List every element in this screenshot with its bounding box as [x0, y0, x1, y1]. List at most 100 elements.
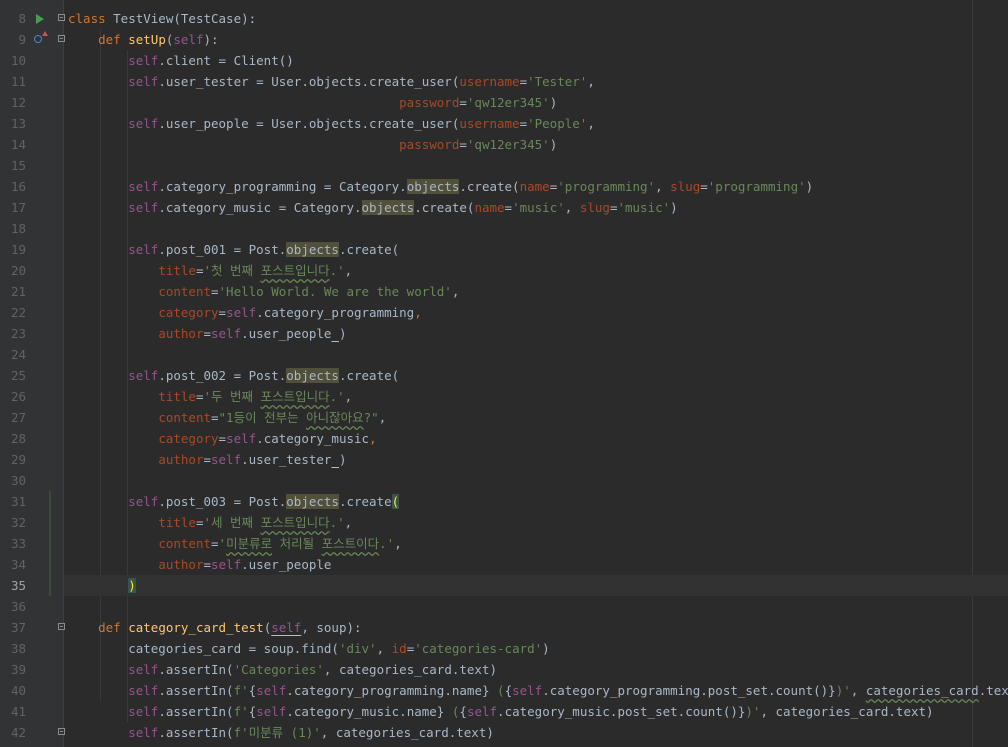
- gutter-line[interactable]: 12: [0, 92, 64, 113]
- gutter-line[interactable]: 8: [0, 8, 65, 29]
- gutter-line[interactable]: 42: [0, 722, 65, 743]
- code-line[interactable]: [64, 596, 1008, 617]
- code-line[interactable]: author=self.user_people: [64, 554, 1008, 575]
- gutter-line[interactable]: 15: [0, 155, 64, 176]
- code-token: self: [128, 494, 159, 509]
- code-line[interactable]: self.assertIn(f'{self.category_programmi…: [64, 680, 1008, 701]
- code-line[interactable]: self.category_music = Category.objects.c…: [64, 197, 1008, 218]
- code-line[interactable]: self.category_programming = Category.obj…: [64, 176, 1008, 197]
- code-line[interactable]: self.assertIn(f'미분류 (1)', categories_car…: [64, 722, 1008, 743]
- code-token: objects: [406, 179, 460, 194]
- code-line[interactable]: self.post_002 = Post.objects.create(: [64, 365, 1008, 386]
- line-number-gutter[interactable]: 8 9 10 11 12 13 14 15 16 17 18 19 20 21 22 23 24 25 26 27 28…: [0, 0, 65, 747]
- vcs-change-marker[interactable]: [49, 491, 51, 512]
- code-line[interactable]: password='qw12er345'): [64, 92, 1008, 113]
- code-line[interactable]: categories_card = soup.find('div', id='c…: [64, 638, 1008, 659]
- code-token: content: [158, 284, 211, 299]
- gutter-line[interactable]: 11: [0, 71, 64, 92]
- code-line[interactable]: author=self.user_tester ): [64, 449, 1008, 470]
- code-line[interactable]: [64, 155, 1008, 176]
- gutter-line[interactable]: 18: [0, 218, 64, 239]
- code-line[interactable]: category=self.category_music,: [64, 428, 1008, 449]
- gutter-line[interactable]: 29: [0, 449, 64, 470]
- code-line[interactable]: content='Hello World. We are the world',: [64, 281, 1008, 302]
- code-line[interactable]: def category_card_test(self, soup):: [64, 617, 1008, 638]
- gutter-line[interactable]: 41: [0, 701, 64, 722]
- code-token: self: [466, 704, 498, 719]
- code-line[interactable]: content='미분류로 처리될 포스트이다.',: [64, 533, 1008, 554]
- gutter-line[interactable]: 25: [0, 365, 64, 386]
- code-token: =: [504, 200, 513, 215]
- code-line-text: title='첫 번째 포스트입니다.',: [68, 260, 352, 281]
- code-line[interactable]: password='qw12er345'): [64, 134, 1008, 155]
- gutter-line[interactable]: 33: [0, 533, 64, 554]
- code-token: ): [128, 578, 136, 593]
- code-token: .create(: [459, 179, 520, 194]
- run-test-icon[interactable]: [36, 14, 44, 24]
- code-line[interactable]: self.user_people = User.objects.create_u…: [64, 113, 1008, 134]
- code-line[interactable]: [64, 218, 1008, 239]
- code-line[interactable]: title='첫 번째 포스트입니다.',: [64, 260, 1008, 281]
- code-line[interactable]: ): [64, 575, 1008, 596]
- code-token: ,: [378, 410, 387, 425]
- gutter-line[interactable]: 31: [0, 491, 64, 512]
- code-line[interactable]: content="1등이 전부는 아니잖아요?",: [64, 407, 1008, 428]
- code-token: =: [203, 557, 211, 572]
- code-token: =: [203, 326, 211, 341]
- vcs-change-marker[interactable]: [49, 512, 51, 533]
- gutter-line[interactable]: 13: [0, 113, 64, 134]
- code-token: ,: [376, 641, 392, 656]
- code-line[interactable]: [64, 344, 1008, 365]
- vcs-change-marker[interactable]: [49, 575, 51, 596]
- gutter-line[interactable]: 32: [0, 512, 64, 533]
- code-line[interactable]: class TestView(TestCase):: [64, 8, 1008, 29]
- code-token: '첫 번째: [203, 263, 261, 278]
- code-line[interactable]: self.assertIn(f'{self.category_music.nam…: [64, 701, 1008, 722]
- gutter-line[interactable]: 26: [0, 386, 64, 407]
- gutter-line[interactable]: 22: [0, 302, 64, 323]
- gutter-line[interactable]: 24: [0, 344, 64, 365]
- vcs-change-marker[interactable]: [49, 554, 51, 575]
- code-line[interactable]: def setUp(self):: [64, 29, 1008, 50]
- gutter-line[interactable]: 14: [0, 134, 64, 155]
- gutter-line[interactable]: 40: [0, 680, 64, 701]
- code-line[interactable]: title='세 번째 포스트입니다.',: [64, 512, 1008, 533]
- gutter-line[interactable]: 23: [0, 323, 64, 344]
- gutter-line[interactable]: 10: [0, 50, 64, 71]
- code-line[interactable]: title='두 번째 포스트입니다.',: [64, 386, 1008, 407]
- code-line[interactable]: author=self.user_people ): [64, 323, 1008, 344]
- code-line[interactable]: self.post_001 = Post.objects.create(: [64, 239, 1008, 260]
- code-area[interactable]: class TestView(TestCase): def setUp(self…: [64, 0, 1008, 747]
- code-token: password: [399, 137, 460, 152]
- gutter-line[interactable]: 17: [0, 197, 64, 218]
- override-method-icon[interactable]: [34, 31, 48, 43]
- gutter-line[interactable]: 34: [0, 554, 64, 575]
- gutter-line[interactable]: 20: [0, 260, 64, 281]
- vcs-change-marker[interactable]: [49, 533, 51, 554]
- code-line[interactable]: self.client = Client(): [64, 50, 1008, 71]
- code-line[interactable]: [64, 470, 1008, 491]
- gutter-line[interactable]: 21: [0, 281, 64, 302]
- gutter-line[interactable]: 19: [0, 239, 64, 260]
- code-line[interactable]: self.user_tester = User.objects.create_u…: [64, 71, 1008, 92]
- code-line[interactable]: self.post_003 = Post.objects.create(: [64, 491, 1008, 512]
- code-line[interactable]: category=self.category_programming,: [64, 302, 1008, 323]
- gutter-line[interactable]: 35: [0, 575, 64, 596]
- gutter-line[interactable]: 27: [0, 407, 64, 428]
- gutter-line[interactable]: 16: [0, 176, 64, 197]
- gutter-line[interactable]: 9: [0, 29, 65, 50]
- gutter-line[interactable]: 36: [0, 596, 64, 617]
- code-token: title: [158, 389, 196, 404]
- gutter-line[interactable]: 37: [0, 617, 65, 638]
- gutter-line[interactable]: 39: [0, 659, 64, 680]
- code-token: .': [329, 515, 345, 530]
- gutter-line[interactable]: 28: [0, 428, 64, 449]
- gutter-line[interactable]: 30: [0, 470, 64, 491]
- gutter-line[interactable]: 38: [0, 638, 64, 659]
- code-editor[interactable]: 8 9 10 11 12 13 14 15 16 17 18 19 20 21 22 23 24 25 26 27 28…: [0, 0, 1008, 747]
- code-line[interactable]: self.assertIn('Categories', categories_c…: [64, 659, 1008, 680]
